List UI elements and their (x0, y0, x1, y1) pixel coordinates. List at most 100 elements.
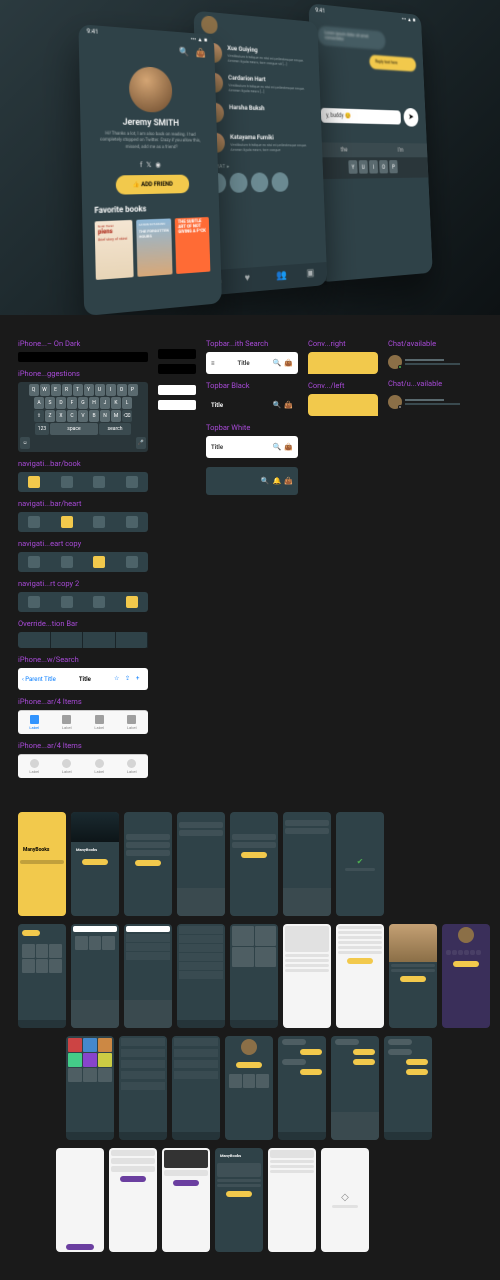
pay-button[interactable] (120, 1176, 146, 1182)
bell-icon[interactable]: 🔔 (273, 477, 282, 485)
bag-icon[interactable]: 👜 (284, 359, 293, 367)
tab-item[interactable]: Label (29, 759, 39, 774)
search-icon[interactable]: 🔍 (273, 443, 282, 451)
instagram-icon[interactable]: ◉ (155, 161, 165, 169)
screen-chat-1[interactable] (278, 1036, 326, 1140)
key[interactable]: W (40, 384, 50, 396)
keyboard[interactable]: Y U I O P (314, 157, 428, 179)
nav-people-icon[interactable]: 👥 (276, 270, 288, 285)
screen-chat-2[interactable] (331, 1036, 379, 1140)
key-y[interactable]: Y (348, 160, 357, 174)
header-avatar[interactable] (201, 15, 218, 34)
submit-button[interactable] (135, 860, 161, 866)
key[interactable]: K (111, 397, 121, 409)
screen-categories[interactable] (177, 924, 225, 1028)
keyboard[interactable] (177, 888, 225, 916)
key[interactable]: U (95, 384, 105, 396)
screen-payment[interactable] (162, 1148, 210, 1252)
key[interactable]: P (128, 384, 138, 396)
send-button[interactable]: ➤ (403, 108, 419, 127)
nav-people-icon[interactable] (93, 516, 105, 528)
done-button[interactable] (226, 1191, 252, 1197)
bottom-nav[interactable] (384, 1132, 432, 1140)
key[interactable]: E (51, 384, 61, 396)
screen-confirm[interactable]: ✔ (336, 812, 384, 916)
chat-avatar[interactable] (229, 173, 247, 193)
key[interactable]: G (78, 397, 88, 409)
screen-cart[interactable] (56, 1148, 104, 1252)
nav-book-icon[interactable] (28, 516, 40, 528)
search-icon[interactable]: 🔍 (273, 401, 282, 409)
key[interactable]: D (56, 397, 66, 409)
bottom-nav[interactable] (172, 1132, 220, 1140)
key[interactable]: C (67, 410, 77, 422)
key-u[interactable]: U (359, 160, 368, 174)
screen-contacts[interactable] (172, 1036, 220, 1140)
chat-input[interactable]: y, buddy 😊 (321, 107, 401, 124)
shift-key[interactable]: ⇧ (34, 410, 44, 422)
bag-icon[interactable]: 👜 (284, 401, 293, 409)
friend-button[interactable] (236, 1062, 262, 1068)
screen-grid[interactable] (230, 924, 278, 1028)
mic-key[interactable]: 🎤 (136, 437, 146, 449)
share-icon[interactable]: ⇪ (125, 675, 133, 683)
chat-avatar[interactable] (271, 172, 288, 192)
keyboard-suggestions[interactable]: the I'm (314, 142, 428, 157)
search-icon[interactable]: 🔍 (261, 477, 270, 485)
screen-splash-yellow[interactable]: ManyBooks (18, 812, 66, 916)
bag-icon[interactable]: 👜 (196, 49, 206, 59)
screen-chat-3[interactable] (384, 1036, 432, 1140)
screen-receipt[interactable] (268, 1148, 316, 1252)
screen-article-2[interactable] (336, 924, 384, 1028)
confirm-button[interactable] (173, 1180, 199, 1186)
nav-heart-icon[interactable] (61, 596, 73, 608)
add-icon[interactable]: + (136, 675, 144, 683)
tab-item[interactable]: Label (94, 715, 104, 730)
key[interactable]: O (117, 384, 127, 396)
nav-book-icon[interactable] (28, 556, 40, 568)
add-friend-button[interactable]: 👍 ADD FRIEND (115, 174, 189, 194)
bottom-nav[interactable] (18, 1020, 66, 1028)
screen-search[interactable] (71, 924, 119, 1028)
nav-heart-icon[interactable] (61, 556, 73, 568)
search-key[interactable]: search (99, 423, 131, 435)
bottom-nav[interactable] (177, 1020, 225, 1028)
keyboard[interactable] (283, 888, 331, 916)
tab-item[interactable]: Label (127, 715, 137, 730)
key[interactable]: F (67, 397, 77, 409)
bottom-nav[interactable] (278, 1132, 326, 1140)
nav-book-icon[interactable] (28, 476, 40, 488)
chat-avatar[interactable] (251, 173, 269, 193)
screen-author[interactable] (389, 924, 437, 1028)
tab-item[interactable]: Label (62, 759, 72, 774)
key-o[interactable]: O (379, 160, 388, 173)
nav-heart-icon[interactable] (61, 476, 73, 488)
keyboard[interactable] (71, 1000, 119, 1028)
key-i[interactable]: I (369, 160, 378, 174)
screen-order-summary[interactable]: ManyBooks (215, 1148, 263, 1252)
tab-item[interactable]: Label (127, 759, 137, 774)
search-icon[interactable]: 🔍 (273, 359, 282, 367)
key[interactable]: M (111, 410, 121, 422)
nav-book-icon[interactable] (28, 596, 40, 608)
key[interactable]: X (56, 410, 66, 422)
numbers-key[interactable]: 123 (35, 423, 49, 435)
tab-item[interactable]: Label (94, 759, 104, 774)
checkout-button[interactable] (66, 1244, 95, 1250)
nav-heart-icon[interactable]: ♥ (245, 272, 258, 287)
nav-bag-icon[interactable] (126, 556, 138, 568)
screen-empty[interactable]: ◇ (321, 1148, 369, 1252)
suggestion-1[interactable]: the (341, 147, 348, 154)
key[interactable]: Y (84, 384, 94, 396)
space-key[interactable]: space (50, 423, 98, 435)
bag-icon[interactable]: 👜 (284, 477, 293, 485)
key[interactable]: A (34, 397, 44, 409)
key[interactable]: L (122, 397, 132, 409)
key[interactable]: J (100, 397, 110, 409)
menu-icon[interactable]: ≡ (211, 360, 215, 367)
screen-library[interactable] (66, 1036, 114, 1140)
key[interactable]: I (106, 384, 116, 396)
bag-icon[interactable]: 👜 (284, 443, 293, 451)
tab-item[interactable]: Label (29, 715, 39, 730)
key[interactable]: V (78, 410, 88, 422)
